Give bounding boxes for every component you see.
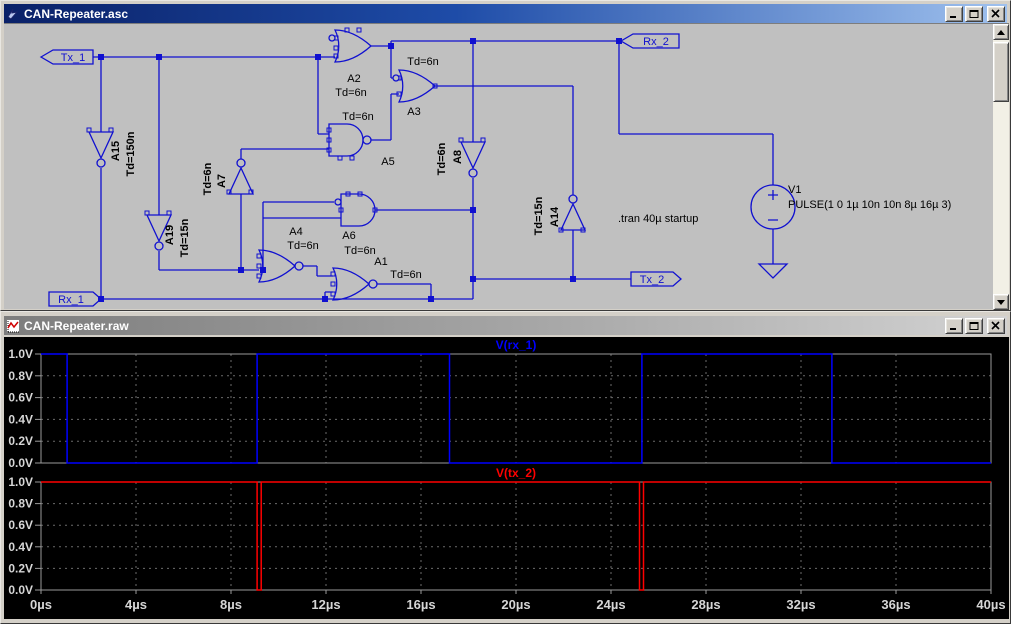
waveform-plot-area[interactable]: 0.0V 0.2V 0.4V 0.6V 0.8V 1.0V V(rx_1) 0.0V 0.2V 0… (4, 337, 1009, 619)
waveform-titlebar[interactable]: CAN-Repeater.raw (4, 316, 1007, 335)
waveform-canvas[interactable]: 0.0V 0.2V 0.4V 0.6V 0.8V 1.0V V(rx_1) 0.0V 0.2V 0… (4, 337, 1009, 619)
svg-text:0.6V: 0.6V (8, 391, 33, 405)
svg-text:0.6V: 0.6V (8, 518, 33, 532)
schematic-vertical-scrollbar[interactable] (993, 24, 1009, 310)
minimize-icon[interactable] (945, 5, 963, 22)
svg-text:0.8V: 0.8V (8, 369, 33, 383)
svg-text:4µs: 4µs (125, 597, 147, 612)
svg-text:Td=6n: Td=6n (202, 162, 214, 195)
svg-text:Td=15n: Td=15n (179, 218, 191, 257)
component-pins (86, 27, 586, 297)
svg-text:V(rx_1): V(rx_1) (496, 338, 537, 352)
svg-text:32µs: 32µs (786, 597, 815, 612)
svg-text:0.8V: 0.8V (8, 497, 33, 511)
schematic-drawing: A15 Td=150n A19 Td=15n Td=6n A7 Td=6n A8… (39, 27, 951, 307)
maximize-icon[interactable] (965, 5, 983, 22)
schematic-wires (93, 40, 774, 300)
svg-text:0.4V: 0.4V (8, 540, 33, 554)
waveform-window: CAN-Repeater.raw 0.0V 0.2V 0.4V 0.6V 0.8V 1.0… (0, 311, 1011, 624)
svg-text:36µs: 36µs (881, 597, 910, 612)
svg-text:A3: A3 (407, 106, 420, 118)
net-flag-rx2[interactable]: Rx_2 (619, 33, 680, 49)
svg-text:0.2V: 0.2V (8, 434, 33, 448)
net-flag-rx1[interactable]: Rx_1 (48, 291, 102, 307)
close-icon[interactable] (987, 5, 1005, 22)
waveform-app-icon (6, 318, 20, 333)
svg-text:A7: A7 (216, 174, 228, 188)
svg-text:A4: A4 (289, 226, 302, 238)
svg-text:16µs: 16µs (406, 597, 435, 612)
voltage-source-v1[interactable]: V1 PULSE(1 0 1µ 10n 10n 8µ 16µ 3) (750, 184, 951, 279)
svg-text:A2: A2 (347, 73, 360, 85)
schematic-window: CAN-Repeater.asc A15 Td=150n A19 Td=15n … (0, 0, 1011, 311)
svg-text:0.4V: 0.4V (8, 412, 33, 426)
net-flag-tx1[interactable]: Tx_1 (39, 49, 94, 65)
svg-text:Tx_1: Tx_1 (61, 52, 85, 64)
maximize-icon[interactable] (965, 317, 983, 334)
svg-text:PULSE(1 0 1µ 10n 10n 8µ 16µ 3): PULSE(1 0 1µ 10n 10n 8µ 16µ 3) (788, 199, 951, 211)
svg-text:Td=150n: Td=150n (125, 131, 137, 176)
schematic-app-icon (6, 7, 20, 21)
svg-text:Td=6n: Td=6n (407, 56, 439, 68)
svg-text:A1: A1 (374, 256, 387, 268)
svg-text:A5: A5 (381, 156, 394, 168)
spice-directive[interactable]: .tran 40µ startup (618, 213, 698, 225)
svg-text:Tx_2: Tx_2 (640, 274, 664, 286)
minimize-icon[interactable] (945, 317, 963, 334)
gate-a1[interactable]: A1 Td=6n (331, 256, 422, 301)
close-icon[interactable] (987, 317, 1005, 334)
svg-text:Td=6n: Td=6n (344, 245, 376, 257)
svg-text:0µs: 0µs (30, 597, 52, 612)
ground-symbol (757, 263, 789, 279)
gate-a6[interactable]: A6 Td=6n (334, 193, 376, 257)
net-flag-tx2[interactable]: Tx_2 (630, 271, 682, 287)
svg-text:0.2V: 0.2V (8, 561, 33, 575)
inverter-a15[interactable]: A15 Td=150n (87, 131, 137, 176)
svg-text:28µs: 28µs (691, 597, 720, 612)
svg-text:A19: A19 (164, 225, 176, 245)
svg-text:A14: A14 (549, 206, 561, 227)
svg-text:20µs: 20µs (501, 597, 530, 612)
svg-text:V1: V1 (788, 184, 801, 196)
schematic-titlebar[interactable]: CAN-Repeater.asc (4, 4, 1007, 23)
scroll-up-icon[interactable] (993, 24, 1009, 40)
schematic-canvas[interactable]: A15 Td=150n A19 Td=15n Td=6n A7 Td=6n A8… (4, 23, 1009, 310)
svg-text:Td=6n: Td=6n (436, 142, 448, 175)
svg-text:40µs: 40µs (976, 597, 1005, 612)
inverter-a8[interactable]: Td=6n A8 (436, 141, 487, 178)
waveform-window-title: CAN-Repeater.raw (24, 318, 129, 333)
svg-text:24µs: 24µs (596, 597, 625, 612)
svg-text:Td=6n: Td=6n (342, 111, 374, 123)
svg-text:0.0V: 0.0V (8, 583, 33, 597)
svg-text:Rx_2: Rx_2 (643, 36, 669, 48)
scrollbar-thumb[interactable] (993, 42, 1009, 102)
svg-text:A6: A6 (342, 230, 355, 242)
svg-text:Rx_1: Rx_1 (58, 294, 84, 306)
inverter-a19[interactable]: A19 Td=15n (145, 214, 191, 257)
svg-text:0.0V: 0.0V (8, 456, 33, 470)
svg-text:Td=6n: Td=6n (335, 87, 367, 99)
svg-text:1.0V: 1.0V (8, 475, 33, 489)
svg-text:8µs: 8µs (220, 597, 242, 612)
svg-text:V(tx_2): V(tx_2) (496, 466, 536, 480)
gate-a3[interactable]: Td=6n A3 (392, 56, 439, 118)
svg-text:Td=6n: Td=6n (390, 269, 422, 281)
gate-a4[interactable]: A4 Td=6n (257, 226, 319, 283)
svg-text:12µs: 12µs (311, 597, 340, 612)
svg-text:A15: A15 (110, 141, 122, 161)
svg-text:A8: A8 (452, 150, 464, 164)
svg-text:Td=6n: Td=6n (287, 240, 319, 252)
schematic-window-title: CAN-Repeater.asc (24, 6, 129, 21)
svg-text:1.0V: 1.0V (8, 347, 33, 361)
svg-text:Td=15n: Td=15n (533, 196, 545, 235)
scroll-down-icon[interactable] (993, 294, 1009, 310)
